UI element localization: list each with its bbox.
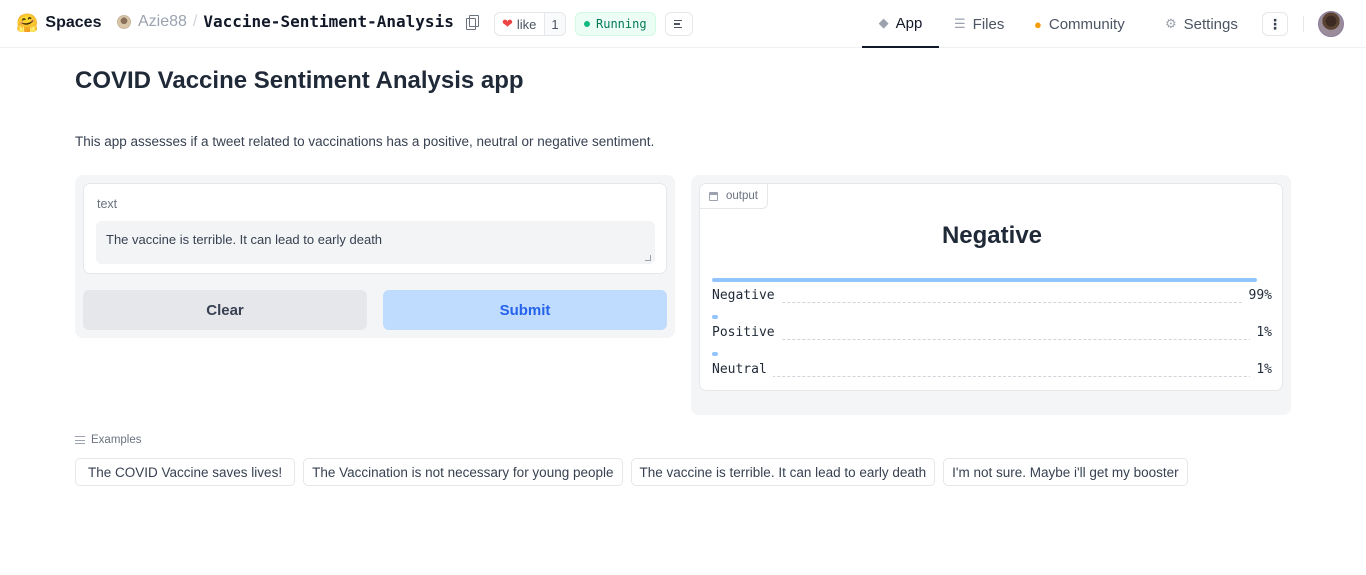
breadcrumb-separator: / [192,12,198,30]
community-icon: ● [1034,16,1042,32]
example-button[interactable]: I'm not sure. Maybe i'll get my booster [943,458,1188,486]
tab-app[interactable]: ◆ App [862,0,939,48]
like-label: like [516,16,537,32]
confidence-value: 1% [1250,362,1272,377]
tab-community-label: Community [1048,15,1125,33]
like-action[interactable]: ❤ like [495,13,544,35]
input-panel: text The vaccine is terrible. It can lea… [75,175,675,338]
output-block: output Negative Negative 99% Positive 1%… [699,183,1283,391]
examples-heading: Examples [75,434,142,446]
like-count[interactable]: 1 [544,13,565,35]
status-label: Running [596,17,647,31]
confidence-row: Positive 1% [712,315,1272,349]
files-icon: ☰ [954,16,966,31]
page-title: COVID Vaccine Sentiment Analysis app [75,67,524,94]
gear-icon: ⚙ [1165,16,1177,31]
top-navbar: 🤗 Spaces Azie88 / Vaccine-Sentiment-Anal… [0,0,1366,48]
brand-name: Spaces [45,14,102,31]
text-input-label: text [97,197,118,211]
owner-link[interactable]: Azie88 [138,13,187,31]
app-description: This app assesses if a tweet related to … [75,134,655,149]
header-divider [1303,16,1304,32]
example-button[interactable]: The COVID Vaccine saves lives! [75,458,296,486]
output-tag-label: output [726,190,758,202]
confidence-bar [712,352,718,356]
heart-icon: ❤ [502,16,513,31]
label-icon [709,191,718,201]
tab-settings-label: Settings [1183,15,1238,33]
text-input-block: text The vaccine is terrible. It can lea… [83,183,667,274]
confidence-leader [712,376,1272,377]
tab-community[interactable]: ● Community [1034,0,1125,48]
confidence-value: 99% [1242,288,1272,303]
confidence-name: Positive [712,325,781,340]
text-input[interactable]: The vaccine is terrible. It can lead to … [96,221,655,264]
user-avatar[interactable] [1318,11,1344,37]
examples-list: The COVID Vaccine saves lives! The Vacci… [75,458,1188,486]
confidence-bar [712,315,718,319]
confidence-name: Neutral [712,362,773,377]
status-dot-icon [584,21,590,27]
list-icon [75,436,85,444]
tab-files[interactable]: ☰ Files [954,0,1004,48]
like-button[interactable]: ❤ like 1 [494,12,566,36]
examples-label: Examples [91,434,142,446]
logs-button[interactable] [665,12,693,36]
repo-name-link[interactable]: Vaccine-Sentiment-Analysis [203,12,453,31]
confidence-value: 1% [1250,325,1272,340]
confidence-row: Negative 99% [712,278,1272,312]
hugging-face-icon: 🤗 [16,13,39,33]
predicted-label: Negative [941,222,1043,249]
owner-avatar[interactable] [117,14,131,29]
spaces-home-link[interactable]: 🤗 Spaces [16,12,101,34]
output-tag: output [700,184,768,209]
submit-button[interactable]: Submit [383,290,667,330]
confidence-bar [712,278,1257,282]
copy-icon[interactable] [465,14,479,30]
clear-button[interactable]: Clear [83,290,367,330]
confidence-name: Negative [712,288,781,303]
status-badge[interactable]: Running [575,12,656,36]
confidence-row: Neutral 1% [712,352,1272,386]
tab-settings[interactable]: ⚙ Settings [1165,0,1238,48]
confidence-leader [712,302,1272,303]
tab-files-label: Files [972,15,1005,33]
cube-icon: ◆ [878,15,889,30]
example-button[interactable]: The vaccine is terrible. It can lead to … [630,458,936,486]
tab-app-label: App [895,14,923,32]
output-panel: output Negative Negative 99% Positive 1%… [691,175,1291,415]
resize-handle-icon[interactable] [645,255,651,261]
breadcrumb: Azie88 / Vaccine-Sentiment-Analysis [117,12,479,31]
confidence-leader [712,339,1272,340]
more-options-button[interactable]: ⋮ [1262,12,1288,36]
example-button[interactable]: The Vaccination is not necessary for you… [303,458,623,486]
